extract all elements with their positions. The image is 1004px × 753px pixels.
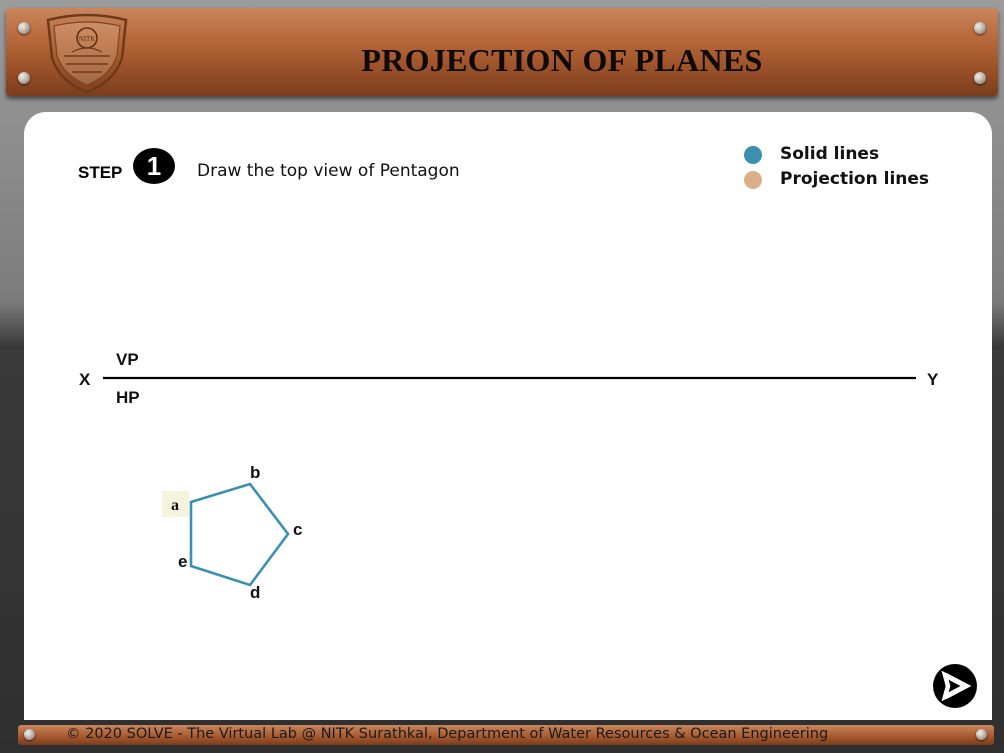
y-label: Y	[927, 370, 939, 389]
vertex-label-d: d	[250, 583, 260, 602]
vertex-label-e: e	[178, 552, 187, 571]
projection-drawing: X Y VP HP a b c d e	[79, 350, 939, 602]
x-label: X	[79, 370, 91, 389]
rivet-icon	[24, 729, 35, 740]
rivet-icon	[976, 729, 987, 740]
hp-label: HP	[116, 388, 140, 407]
pentagon-top-view	[189, 482, 290, 587]
vertex-label-c: c	[293, 520, 302, 539]
next-button[interactable]	[933, 664, 977, 708]
copyright-text: © 2020 SOLVE - The Virtual Lab @ NITK Su…	[66, 726, 829, 742]
vp-label: VP	[116, 350, 139, 369]
vertex-label-a: a	[171, 497, 179, 514]
right-arrow-icon	[941, 670, 972, 702]
footer-bar: © 2020 SOLVE - The Virtual Lab @ NITK Su…	[18, 725, 994, 745]
vertex-label-b: b	[250, 463, 260, 482]
